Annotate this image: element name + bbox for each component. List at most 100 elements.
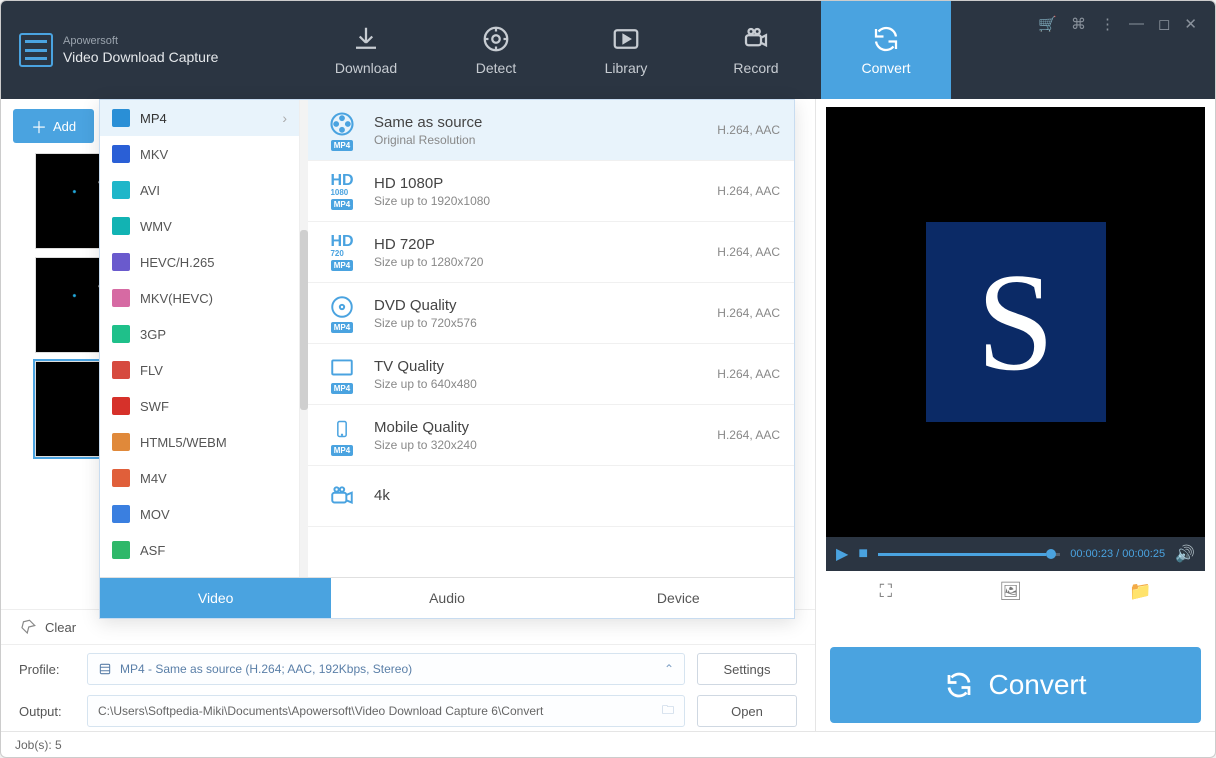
format-label: AVI: [140, 183, 160, 198]
format-item-swf[interactable]: SWF: [100, 388, 299, 424]
clear-button[interactable]: Clear: [45, 620, 76, 635]
format-icon: [112, 469, 130, 487]
preset-codec: H.264, AAC: [717, 428, 780, 442]
status-text: Job(s): 5: [15, 738, 62, 752]
seek-bar[interactable]: [878, 553, 1060, 556]
nav-library[interactable]: Library: [561, 1, 691, 99]
preset-item[interactable]: HD1080MP4 HD 1080P Size up to 1920x1080 …: [308, 161, 794, 222]
time-display: 00:00:23 / 00:00:25: [1070, 548, 1165, 560]
nav-download[interactable]: Download: [301, 1, 431, 99]
format-label: HTML5/WEBM: [140, 435, 227, 450]
nav-detect-label: Detect: [476, 60, 516, 76]
output-field[interactable]: C:\Users\Softpedia-Miki\Documents\Apower…: [87, 695, 685, 727]
folder-browse-icon[interactable]: 🗀: [662, 701, 674, 722]
format-item-hevch265[interactable]: HEVC/H.265: [100, 244, 299, 280]
preset-subtitle: Size up to 320x240: [374, 438, 717, 452]
preset-icon: MP4: [322, 415, 362, 455]
preset-subtitle: Size up to 640x480: [374, 377, 717, 391]
nav-detect[interactable]: Detect: [431, 1, 561, 99]
format-item-avi[interactable]: AVI: [100, 172, 299, 208]
preset-icon: MP4: [322, 110, 362, 150]
preset-item[interactable]: 4k: [308, 466, 794, 527]
preset-subtitle: Size up to 1920x1080: [374, 194, 717, 208]
profile-dropdown: MP4 › MKV AVI WMV HEVC/H.265: [99, 99, 795, 619]
titlebar: Apowersoft Video Download Capture Downlo…: [1, 1, 1215, 99]
preset-codec: H.264, AAC: [717, 245, 780, 259]
preset-icon: HD1080MP4: [322, 171, 362, 211]
preset-title: Same as source: [374, 114, 717, 131]
convert-button[interactable]: Convert: [830, 647, 1201, 723]
format-item-3gp[interactable]: 3GP: [100, 316, 299, 352]
format-icon: [112, 505, 130, 523]
volume-icon[interactable]: 🔊: [1175, 544, 1195, 564]
format-icon: [112, 433, 130, 451]
broom-icon: [19, 618, 37, 636]
nav-convert[interactable]: Convert: [821, 1, 951, 99]
format-icon: [112, 181, 130, 199]
add-url-button[interactable]: ＋Add: [13, 109, 94, 143]
preset-title: DVD Quality: [374, 297, 717, 314]
settings-button[interactable]: Settings: [697, 653, 797, 685]
add-button-label: Add: [53, 119, 76, 134]
main-nav: Download Detect Library Record Convert: [301, 1, 1038, 99]
cart-icon[interactable]: 🛒: [1038, 15, 1057, 33]
preset-icon: MP4: [322, 354, 362, 394]
format-label: MKV: [140, 147, 168, 162]
format-item-flv[interactable]: FLV: [100, 352, 299, 388]
format-icon: [112, 217, 130, 235]
profile-field[interactable]: MP4 - Same as source (H.264; AAC, 192Kbp…: [87, 653, 685, 685]
nav-record[interactable]: Record: [691, 1, 821, 99]
profile-tab-audio[interactable]: Audio: [331, 578, 562, 618]
format-label: SWF: [140, 399, 169, 414]
preset-item[interactable]: MP4 TV Quality Size up to 640x480 H.264,…: [308, 344, 794, 405]
minimize-icon[interactable]: —: [1129, 15, 1144, 32]
snapshot-icon[interactable]: 🖼: [999, 581, 1022, 602]
preset-title: Mobile Quality: [374, 419, 717, 436]
format-label: 3GP: [140, 327, 166, 342]
profile-tab-device[interactable]: Device: [563, 578, 794, 618]
format-item-wmv[interactable]: WMV: [100, 208, 299, 244]
preset-list[interactable]: MP4 Same as source Original Resolution H…: [308, 100, 794, 577]
profile-value: MP4 - Same as source (H.264; AAC, 192Kbp…: [120, 662, 412, 676]
format-icon: [112, 289, 130, 307]
preset-title: HD 720P: [374, 236, 717, 253]
output-label: Output:: [19, 704, 75, 719]
preset-subtitle: Original Resolution: [374, 133, 717, 147]
format-item-mov[interactable]: MOV: [100, 496, 299, 532]
format-label: MP4: [140, 111, 167, 126]
format-item-mp4[interactable]: MP4 ›: [100, 100, 299, 136]
format-label: HEVC/H.265: [140, 255, 214, 270]
open-folder-icon[interactable]: 📁: [1129, 581, 1151, 602]
format-scrollbar[interactable]: [300, 100, 308, 577]
format-item-html5webm[interactable]: HTML5/WEBM: [100, 424, 299, 460]
nav-record-label: Record: [733, 60, 778, 76]
app-name: Video Download Capture: [63, 48, 218, 66]
preset-title: 4k: [374, 487, 780, 504]
format-item-mkv[interactable]: MKV: [100, 136, 299, 172]
fullscreen-icon[interactable]: ⛶: [880, 581, 893, 602]
more-icon[interactable]: ⋮: [1100, 15, 1115, 33]
close-icon[interactable]: ✕: [1184, 15, 1197, 33]
preset-codec: H.264, AAC: [717, 367, 780, 381]
preset-item[interactable]: MP4 DVD Quality Size up to 720x576 H.264…: [308, 283, 794, 344]
format-list[interactable]: MP4 › MKV AVI WMV HEVC/H.265: [100, 100, 300, 577]
stop-button[interactable]: ■: [858, 545, 868, 563]
profile-tab-video[interactable]: Video: [100, 578, 331, 618]
preset-item[interactable]: MP4 Mobile Quality Size up to 320x240 H.…: [308, 405, 794, 466]
maximize-icon[interactable]: ◻: [1158, 15, 1170, 33]
preset-subtitle: Size up to 720x576: [374, 316, 717, 330]
preset-item[interactable]: HD720MP4 HD 720P Size up to 1280x720 H.2…: [308, 222, 794, 283]
preset-subtitle: Size up to 1280x720: [374, 255, 717, 269]
nav-convert-label: Convert: [861, 60, 910, 76]
open-button[interactable]: Open: [697, 695, 797, 727]
play-button[interactable]: ▶: [836, 544, 848, 564]
chevron-up-icon: ⌃: [664, 662, 674, 676]
format-item-m4v[interactable]: M4V: [100, 460, 299, 496]
preset-icon: HD720MP4: [322, 232, 362, 272]
format-label: WMV: [140, 219, 172, 234]
preset-item[interactable]: MP4 Same as source Original Resolution H…: [308, 100, 794, 161]
command-icon[interactable]: ⌘: [1071, 15, 1086, 33]
format-item-mkvhevc[interactable]: MKV(HEVC): [100, 280, 299, 316]
format-icon: [112, 325, 130, 343]
format-item-asf[interactable]: ASF: [100, 532, 299, 568]
